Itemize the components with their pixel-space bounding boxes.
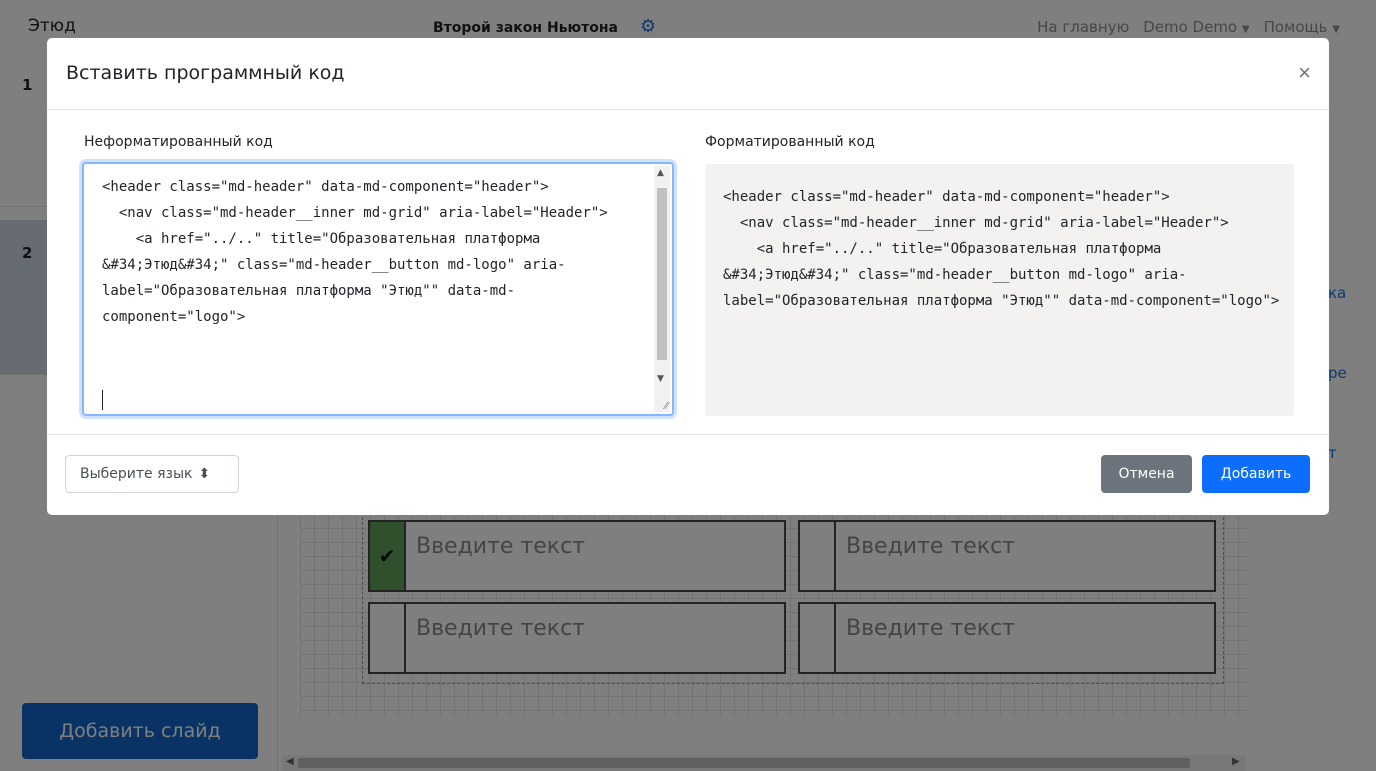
cancel-button[interactable]: Отмена bbox=[1101, 455, 1192, 493]
language-select-value: Выберите язык bbox=[80, 466, 193, 482]
sort-icon: ⬍ bbox=[198, 466, 211, 482]
raw-code-content[interactable]: <header class="md-header" data-md-compon… bbox=[102, 174, 654, 330]
formatted-code-preview: <header class="md-header" data-md-compon… bbox=[705, 164, 1294, 416]
modal-title: Вставить программный код bbox=[66, 62, 345, 84]
scroll-up-icon[interactable]: ▲ bbox=[657, 168, 664, 178]
insert-code-modal: Вставить программный код × Неформатирова… bbox=[47, 38, 1329, 515]
raw-code-textarea[interactable]: <header class="md-header" data-md-compon… bbox=[82, 162, 674, 416]
scrollbar-thumb[interactable] bbox=[657, 188, 667, 360]
raw-code-label: Неформатированный код bbox=[84, 134, 273, 150]
modal-footer: Выберите язык ⬍ Отмена Добавить bbox=[47, 434, 1329, 515]
scroll-down-icon[interactable]: ▼ bbox=[657, 374, 664, 384]
close-icon[interactable]: × bbox=[1298, 60, 1311, 86]
formatted-code-content: <header class="md-header" data-md-compon… bbox=[723, 189, 1280, 309]
language-select[interactable]: Выберите язык ⬍ bbox=[65, 455, 239, 493]
add-button[interactable]: Добавить bbox=[1202, 455, 1310, 493]
text-cursor bbox=[102, 390, 103, 410]
resize-handle-icon[interactable]: ⁄⁄ bbox=[665, 401, 668, 412]
modal-header: Вставить программный код × bbox=[47, 38, 1329, 110]
textarea-scrollbar[interactable]: ▲ ▼ bbox=[654, 166, 670, 412]
formatted-code-label: Форматированный код bbox=[705, 134, 875, 150]
